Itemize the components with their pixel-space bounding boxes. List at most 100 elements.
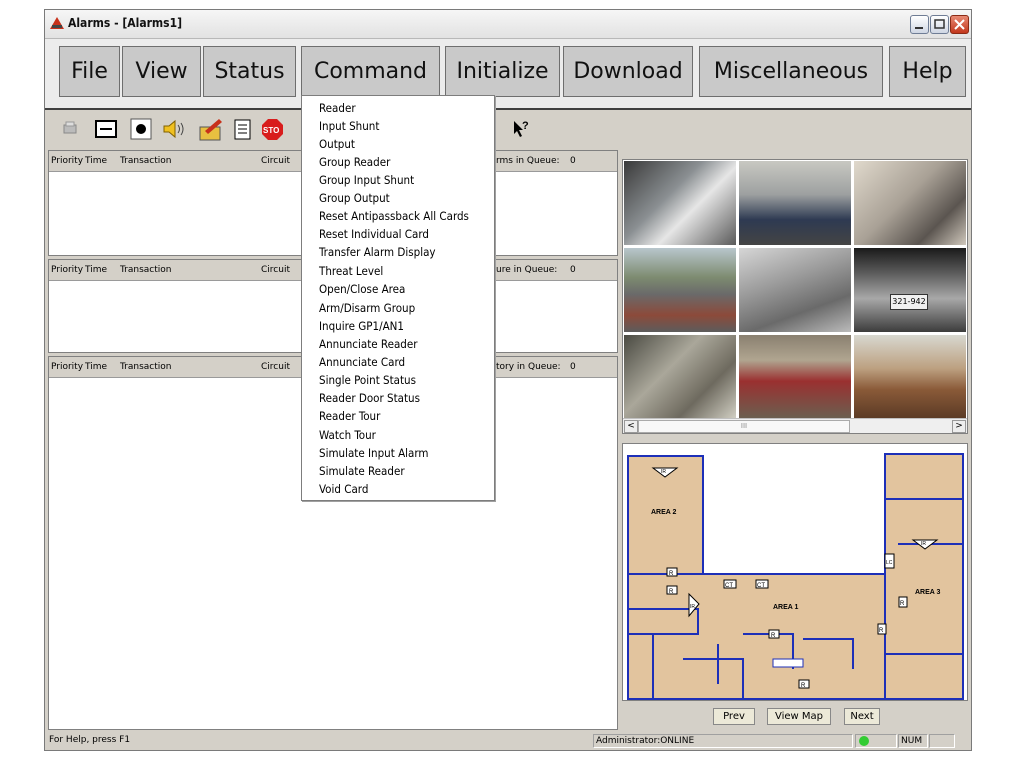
menu-option-simulate-reader[interactable]: Simulate Reader [319,464,405,478]
view-map-button[interactable]: View Map [767,708,831,725]
menu-option-arm-disarm-group[interactable]: Arm/Disarm Group [319,301,415,315]
queue-label: ure in Queue: [496,265,558,275]
menu-download[interactable]: Download [563,46,693,97]
edit-icon [199,119,222,141]
menu-option-output[interactable]: Output [319,137,355,151]
minimize-button[interactable] [910,15,929,34]
menu-option-watch-tour[interactable]: Watch Tour [319,428,376,442]
col-circuit[interactable]: Circuit [261,156,290,166]
camera-scrollbar[interactable]: < III > [623,418,967,433]
scroll-left-button[interactable]: < [624,420,638,433]
next-button[interactable]: Next [844,708,880,725]
menu-option-inquire-gp1-an1[interactable]: Inquire GP1/AN1 [319,319,404,333]
menu-miscellaneous[interactable]: Miscellaneous [699,46,883,97]
col-time[interactable]: Time [85,156,107,166]
menu-option-input-shunt[interactable]: Input Shunt [319,119,379,133]
minimize-icon [915,27,923,29]
reader-marker: R [771,633,776,639]
help-pointer-button[interactable]: ? [508,117,532,141]
menu-option-open-close-area[interactable]: Open/Close Area [319,282,405,296]
lc-marker: LC [886,560,893,566]
menu-option-simulate-input-alarm[interactable]: Simulate Input Alarm [319,446,429,460]
menu-option-group-reader[interactable]: Group Reader [319,155,390,169]
camera-view[interactable] [624,335,736,419]
record-icon [130,118,152,140]
camera-view[interactable] [739,161,851,245]
queue-label: rms in Queue: [496,156,560,166]
reader-marker: R [801,683,806,689]
col-priority[interactable]: Priority [51,362,83,372]
menu-option-single-point-status[interactable]: Single Point Status [319,373,416,387]
alarms-window: Alarms - [Alarms1] File View Status Comm… [44,9,972,751]
print-button[interactable] [58,117,82,141]
user-status: Administrator:ONLINE [593,734,853,748]
menu-option-reader-tour[interactable]: Reader Tour [319,409,380,423]
col-time[interactable]: Time [85,362,107,372]
floor-map-panel[interactable]: AREA 2 AREA 1 AREA 3 IR IR R R CT CT R R… [622,443,968,701]
camera-view[interactable] [854,335,966,419]
minus-box-button[interactable] [94,117,118,141]
empty-status [929,734,955,748]
scroll-thumb[interactable]: III [638,420,850,433]
ct-marker: CT [757,583,765,589]
ct-marker: CT [725,583,733,589]
menu-option-void-card[interactable]: Void Card [319,482,368,496]
col-time[interactable]: Time [85,265,107,275]
reader-marker: R [669,571,674,577]
area-1-label: AREA 1 [773,604,799,611]
reader-marker: R [879,628,884,634]
area-3-label: AREA 3 [915,589,941,596]
notes-button[interactable] [231,117,255,141]
col-priority[interactable]: Priority [51,265,83,275]
menu-option-annunciate-card[interactable]: Annunciate Card [319,355,405,369]
ir-marker: IR [690,604,695,610]
camera-view[interactable] [739,248,851,332]
help-pointer-label: ? [522,120,529,132]
scroll-right-button[interactable]: > [952,420,966,433]
record-button[interactable] [129,117,153,141]
prev-button[interactable]: Prev [713,708,755,725]
menu-option-threat-level[interactable]: Threat Level [319,264,383,278]
col-transaction[interactable]: Transaction [120,156,172,166]
menu-view[interactable]: View [122,46,201,97]
camera-view[interactable] [854,161,966,245]
menu-option-reset-individual-card[interactable]: Reset Individual Card [319,227,429,241]
edit-button[interactable] [197,117,225,141]
menu-help[interactable]: Help [889,46,966,97]
col-transaction[interactable]: Transaction [120,265,172,275]
map-nav-buttons: Prev View Map Next [622,703,968,730]
menu-option-group-input-shunt[interactable]: Group Input Shunt [319,173,414,187]
menu-option-annunciate-reader[interactable]: Annunciate Reader [319,337,418,351]
menu-option-transfer-alarm-display[interactable]: Transfer Alarm Display [319,245,436,259]
camera-view[interactable] [624,248,736,332]
num-lock-status: NUM [898,734,928,748]
col-circuit[interactable]: Circuit [261,362,290,372]
camera-panel: 321-942 < III > [622,159,968,434]
online-indicator-icon [859,736,869,746]
menu-command[interactable]: Command [301,46,440,97]
sound-button[interactable] [160,117,190,141]
help-pointer-icon: ? [514,120,529,137]
print-icon [63,121,77,134]
menu-option-reset-antipassback[interactable]: Reset Antipassback All Cards [319,209,469,223]
menu-option-reader-door-status[interactable]: Reader Door Status [319,391,420,405]
maximize-button[interactable] [930,15,949,34]
col-circuit[interactable]: Circuit [261,265,290,275]
camera-view[interactable] [624,161,736,245]
title-bar[interactable]: Alarms - [Alarms1] [45,10,971,39]
menu-file[interactable]: File [59,46,120,97]
stop-button[interactable]: STO [261,117,283,141]
camera-view[interactable] [739,335,851,419]
menu-option-reader[interactable]: Reader [319,101,356,115]
menu-status[interactable]: Status [203,46,296,97]
camera-view[interactable]: 321-942 [854,248,966,332]
close-icon [954,19,965,30]
close-button[interactable] [950,15,969,34]
menu-option-group-output[interactable]: Group Output [319,191,390,205]
ir-marker: IR [661,469,666,475]
col-transaction[interactable]: Transaction [120,362,172,372]
window-title: Alarms - [Alarms1] [68,16,183,30]
minus-box-icon [95,120,117,138]
menu-initialize[interactable]: Initialize [445,46,560,97]
col-priority[interactable]: Priority [51,156,83,166]
